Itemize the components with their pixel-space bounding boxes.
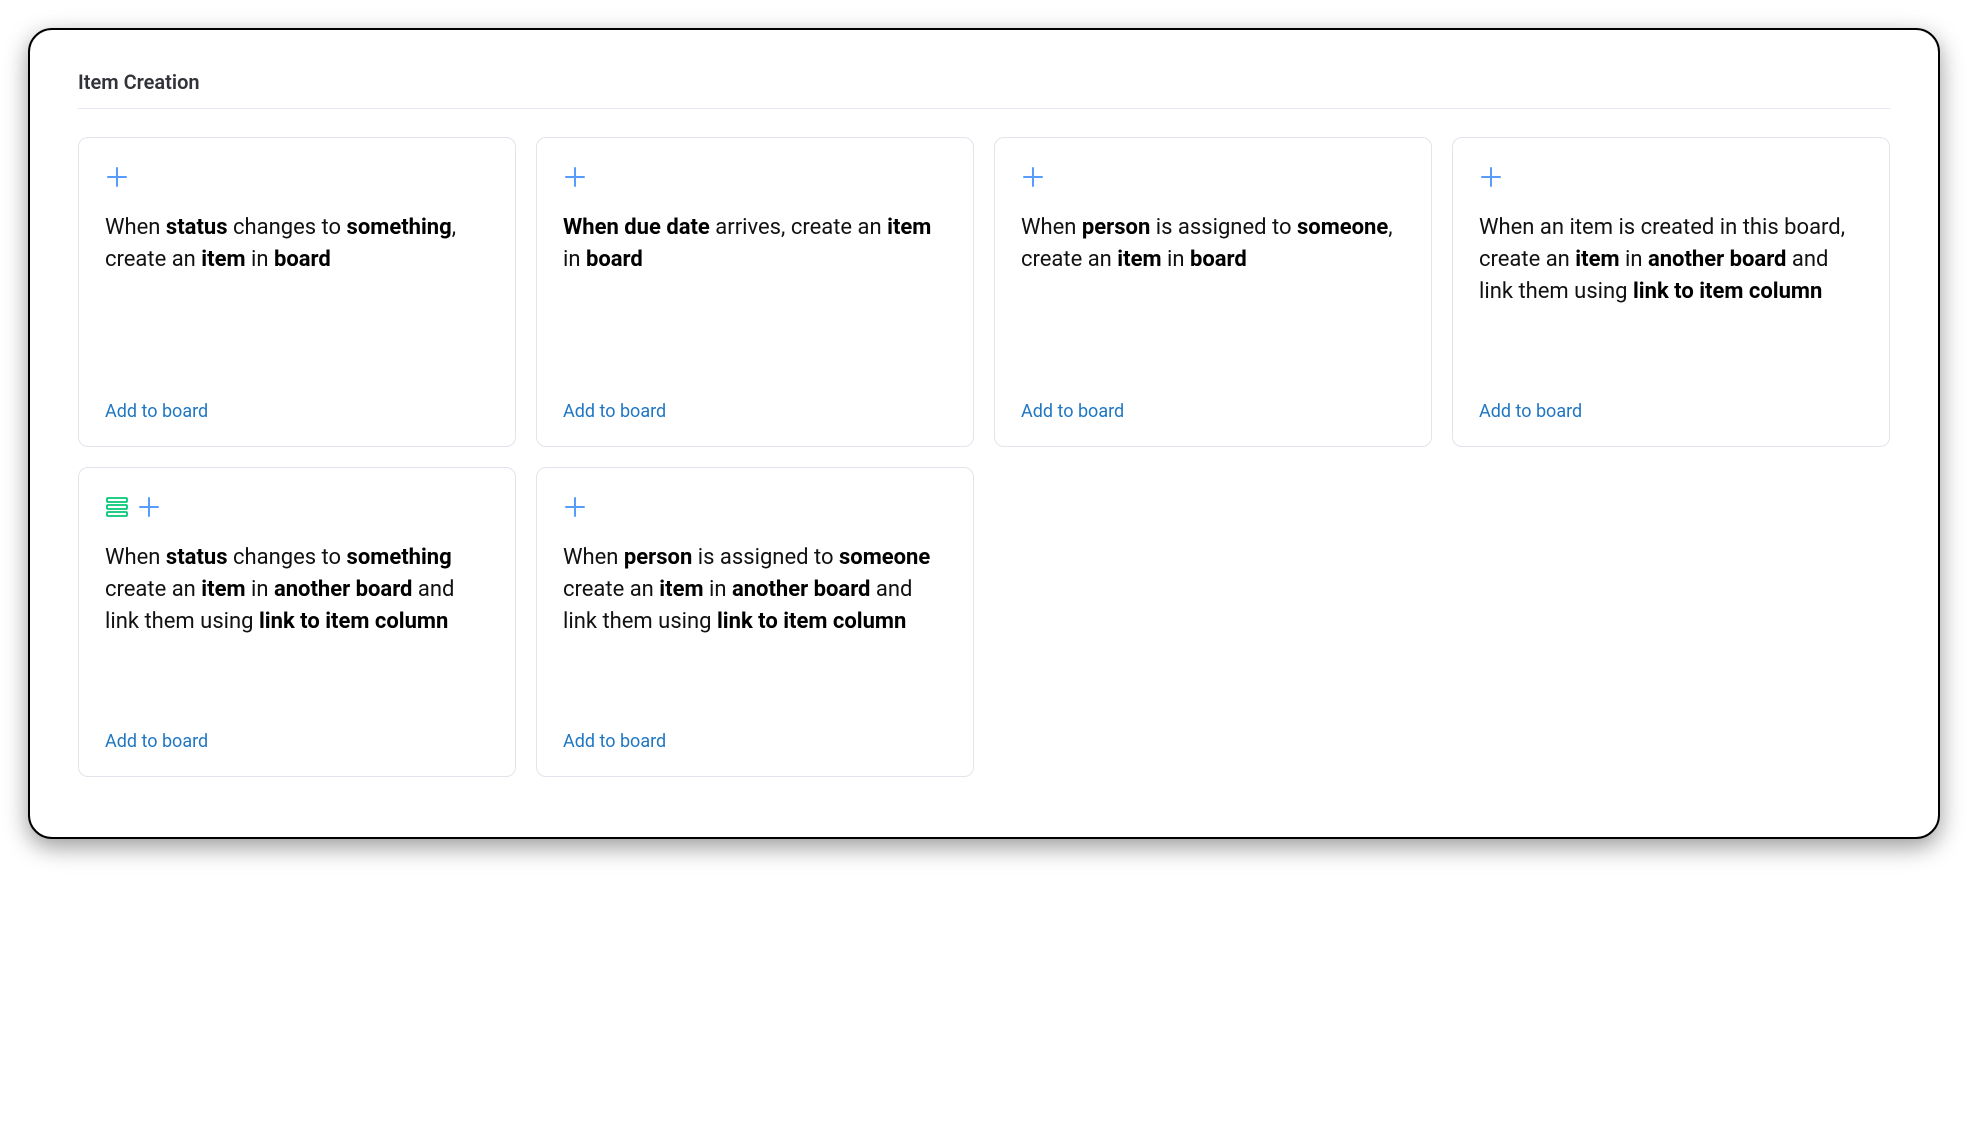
automation-recipe-text: When an item is created in this board, c… <box>1479 212 1863 308</box>
subitems-icon <box>105 495 129 519</box>
plus-icon <box>1021 165 1045 189</box>
card-icons-row <box>105 494 489 520</box>
automation-recipe-text: When status changes to something, create… <box>105 212 489 276</box>
automation-template-card[interactable]: When due date arrives, create an item in… <box>536 137 974 447</box>
card-icons-row <box>1021 164 1405 190</box>
automation-template-card[interactable]: When person is assigned to someone creat… <box>536 467 974 777</box>
section-title: Item Creation <box>78 70 1890 108</box>
plus-icon <box>563 165 587 189</box>
add-to-board-button[interactable]: Add to board <box>563 731 666 752</box>
add-to-board-button[interactable]: Add to board <box>105 401 208 422</box>
automation-recipe-text: When person is assigned to someone, crea… <box>1021 212 1405 276</box>
section-divider <box>78 108 1890 109</box>
add-to-board-button[interactable]: Add to board <box>1021 401 1124 422</box>
automation-template-card[interactable]: When status changes to something, create… <box>78 137 516 447</box>
automation-template-card[interactable]: When person is assigned to someone, crea… <box>994 137 1432 447</box>
add-to-board-button[interactable]: Add to board <box>105 731 208 752</box>
add-to-board-button[interactable]: Add to board <box>563 401 666 422</box>
plus-icon <box>563 495 587 519</box>
automation-recipe-text: When person is assigned to someone creat… <box>563 542 947 638</box>
plus-icon <box>105 165 129 189</box>
automation-template-card[interactable]: When status changes to something create … <box>78 467 516 777</box>
card-icons-row <box>105 164 489 190</box>
card-icons-row <box>563 494 947 520</box>
card-icons-row <box>563 164 947 190</box>
plus-icon <box>1479 165 1503 189</box>
automation-recipe-text: When due date arrives, create an item in… <box>563 212 947 276</box>
add-to-board-button[interactable]: Add to board <box>1479 401 1582 422</box>
automation-templates-panel: Item Creation When status changes to som… <box>28 28 1940 839</box>
automation-template-card[interactable]: When an item is created in this board, c… <box>1452 137 1890 447</box>
card-icons-row <box>1479 164 1863 190</box>
plus-icon <box>137 495 161 519</box>
cards-grid: When status changes to something, create… <box>78 137 1890 777</box>
automation-recipe-text: When status changes to something create … <box>105 542 489 638</box>
